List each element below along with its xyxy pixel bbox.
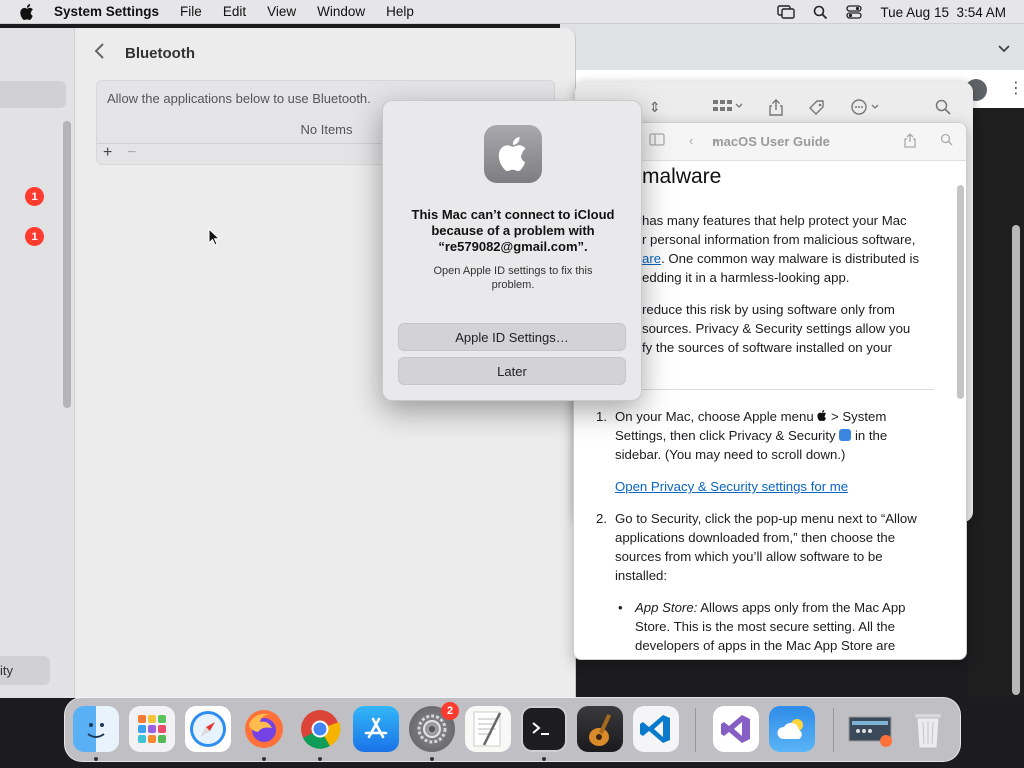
bullet-point: • [618, 600, 623, 615]
bullet-text: Allows apps only from the Mac App [700, 600, 906, 615]
dock-visual-studio-icon[interactable] [713, 706, 759, 752]
step-text: sidebar. (You may need to scroll down.) [615, 447, 846, 462]
dock-app-store-icon[interactable] [353, 706, 399, 752]
running-indicator [262, 757, 266, 761]
running-indicator [318, 757, 322, 761]
step-text: installed: [615, 568, 668, 583]
dock: 2 [64, 697, 961, 762]
bullet-text: Store. This is the most secure setting. … [635, 619, 895, 634]
bullet-text: App Store: Allows apps only from the Mac… [635, 598, 935, 617]
step-number: 1. [596, 409, 607, 424]
article-text: has many features that help protect your… [642, 213, 907, 228]
spotlight-search-icon[interactable] [813, 5, 828, 20]
sidebar-notification-badge: 1 [25, 227, 44, 246]
open-privacy-settings-link-text[interactable]: Open Privacy & Security settings for me [615, 479, 848, 494]
settings-sidebar: 1 1 ity [0, 28, 75, 698]
step-text: Settings, then click Privacy & Security … [615, 426, 935, 445]
share-icon[interactable] [769, 99, 783, 119]
menu-window[interactable]: Window [317, 4, 365, 19]
background-scrollbar[interactable] [1012, 225, 1020, 695]
browser-menu-icon[interactable]: ⋮ [1008, 78, 1024, 98]
sidebar-search-field[interactable] [0, 81, 66, 108]
dock-separator [695, 708, 696, 752]
search-icon[interactable] [940, 133, 953, 149]
divider [614, 389, 934, 390]
dock-launchpad-icon[interactable] [129, 706, 175, 752]
dock-textedit-icon[interactable] [465, 706, 511, 752]
article-heading: malware [642, 165, 722, 188]
search-icon[interactable] [935, 99, 951, 118]
dock-finder-icon[interactable] [73, 706, 119, 752]
step-text: Settings, then click Privacy & Security [615, 428, 836, 443]
list-description: Allow the applications below to use Blue… [107, 91, 371, 106]
open-privacy-settings-link[interactable]: Open Privacy & Security settings for me [615, 477, 935, 496]
icloud-alert-dialog: This Mac can’t connect to iCloud because… [382, 100, 642, 401]
bullet-text: developers of apps in the Mac App Store … [635, 638, 896, 653]
running-indicator [542, 757, 546, 761]
article-scrollbar[interactable] [957, 185, 964, 399]
running-indicator [430, 757, 434, 761]
dock-separator [833, 708, 834, 752]
page-title: Bluetooth [125, 45, 195, 62]
tab-list-chevron-icon[interactable] [998, 42, 1010, 56]
article-text: are. One common way malware is distribut… [642, 249, 942, 268]
dock-vscode-icon[interactable] [633, 706, 679, 752]
running-indicator [94, 757, 98, 761]
back-chevron-icon[interactable] [94, 42, 106, 66]
step-number: 2. [596, 511, 607, 526]
dock-trash-icon[interactable] [905, 706, 951, 752]
apple-id-icon [484, 125, 542, 183]
sidebar-item-privacy-security[interactable]: ity [0, 656, 50, 685]
remove-button[interactable]: − [127, 144, 136, 162]
app-menu-system-settings[interactable]: System Settings [54, 4, 159, 19]
menu-file[interactable]: File [180, 4, 202, 19]
dock-weather-icon[interactable] [769, 706, 815, 752]
later-button[interactable]: Later [398, 357, 626, 385]
dock-chrome-icon[interactable] [297, 706, 343, 752]
article-text: r personal information from malicious so… [642, 232, 916, 247]
share-icon[interactable] [904, 133, 916, 151]
menubar-clock[interactable]: Tue Aug 15 3:54 AM [880, 5, 1006, 20]
privacy-hand-icon [839, 429, 852, 441]
dock-firefox-icon[interactable] [241, 706, 287, 752]
step-text: Go to Security, click the pop-up menu ne… [615, 511, 917, 526]
step-text: On your Mac, choose Apple menu > System [615, 407, 935, 426]
apple-menu-icon[interactable] [18, 3, 36, 21]
bullet-term: App Store: [635, 600, 698, 615]
control-center-icon[interactable] [846, 5, 863, 19]
menu-view[interactable]: View [267, 4, 296, 19]
step-text: sources from which you’ll allow software… [615, 549, 883, 564]
alert-message: This Mac can’t connect to iCloud because… [411, 207, 615, 254]
step-text: in the [854, 428, 888, 443]
step-text: On your Mac, choose Apple menu [615, 409, 814, 424]
article-text: sources. Privacy & Security settings all… [642, 321, 911, 336]
screen-mirroring-icon[interactable] [777, 5, 796, 19]
sidebar-notification-badge: 1 [25, 187, 44, 206]
malware-link[interactable]: are [642, 251, 661, 266]
alert-informative-text: Open Apple ID settings to fix this probl… [433, 265, 593, 291]
dock-screenshot-thumbnail-icon[interactable] [847, 706, 893, 752]
updown-stepper-icon[interactable]: ⇕ [649, 99, 661, 116]
step-text: applications downloaded from,” then choo… [615, 530, 896, 545]
article-text: reduce this risk by using software only … [642, 302, 895, 317]
menu-edit[interactable]: Edit [223, 4, 246, 19]
dock-badge: 2 [441, 702, 459, 720]
article-text: . One common way malware is distributed … [661, 251, 920, 266]
tag-icon[interactable] [808, 99, 826, 120]
dock-garageband-icon[interactable] [577, 706, 623, 752]
apple-logo-icon [817, 409, 827, 424]
sidebar-scrollbar[interactable] [63, 121, 71, 408]
grid-view-icon[interactable] [713, 99, 743, 116]
menu-help[interactable]: Help [386, 4, 414, 19]
add-button[interactable]: + [103, 144, 112, 162]
dock-safari-icon[interactable] [185, 706, 231, 752]
article-text: edding it in a harmless-looking app. [642, 270, 850, 285]
apple-id-settings-button[interactable]: Apple ID Settings… [398, 323, 626, 351]
article-text: fy the sources of software installed on … [642, 340, 892, 355]
mouse-pointer-icon [208, 227, 221, 251]
step-text: > System [831, 409, 887, 424]
dock-terminal-icon[interactable] [521, 706, 567, 752]
menu-bar: System Settings File Edit View Window He… [0, 0, 1024, 24]
more-options-icon[interactable] [851, 99, 881, 118]
